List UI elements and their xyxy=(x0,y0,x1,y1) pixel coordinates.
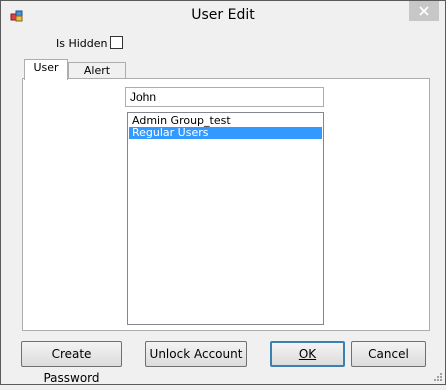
ok-button-label: OK xyxy=(298,347,317,361)
list-item[interactable]: Regular Users xyxy=(129,127,322,139)
resize-grip-icon[interactable] xyxy=(433,372,443,382)
ok-button[interactable]: OK xyxy=(270,341,345,367)
group-listbox[interactable]: Admin Group_test Regular Users xyxy=(127,112,324,325)
cancel-button-label: Cancel xyxy=(368,347,409,361)
tab-user-label: User xyxy=(33,61,59,74)
window-title: User Edit xyxy=(191,7,255,23)
create-password-button[interactable]: Create Password xyxy=(21,341,122,385)
unlock-account-button[interactable]: Unlock Account xyxy=(145,341,247,367)
close-button[interactable] xyxy=(409,1,439,21)
user-name-input[interactable] xyxy=(125,87,324,107)
close-icon xyxy=(419,6,429,16)
is-hidden-checkbox[interactable] xyxy=(110,36,123,49)
dialog-body: Is Hidden User Alert Subs Admin Group_te… xyxy=(8,31,438,385)
cancel-button[interactable]: Cancel xyxy=(351,341,426,367)
user-edit-window: User Edit Is Hidden User Alert Subs Admi… xyxy=(0,0,446,385)
tab-user[interactable]: User xyxy=(24,59,68,80)
is-hidden-label: Is Hidden xyxy=(56,37,108,50)
title-bar[interactable]: User Edit xyxy=(1,1,445,31)
